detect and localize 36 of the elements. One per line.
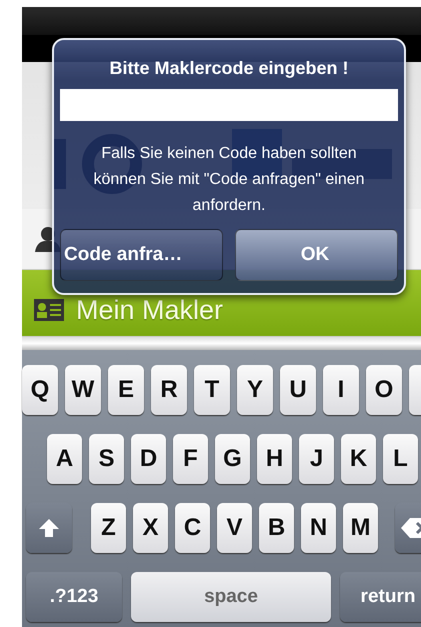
key[interactable]: G (215, 434, 250, 484)
key[interactable]: R (151, 365, 187, 415)
return-key[interactable]: return (340, 572, 421, 622)
cancel-button[interactable]: Code anfra… (60, 229, 223, 281)
key[interactable]: X (133, 503, 168, 553)
key[interactable]: S (89, 434, 124, 484)
key[interactable]: U (280, 365, 316, 415)
key[interactable]: F (173, 434, 208, 484)
space-key[interactable]: space (131, 572, 331, 622)
key[interactable]: E (108, 365, 144, 415)
key[interactable]: V (217, 503, 252, 553)
key[interactable]: N (301, 503, 336, 553)
menu-item-label: Mein Makler (76, 294, 224, 326)
key[interactable]: Q (22, 365, 58, 415)
alert-title: Bitte Maklercode eingeben ! (109, 58, 349, 79)
key[interactable]: O (366, 365, 402, 415)
key[interactable]: Z (91, 503, 126, 553)
key[interactable]: K (341, 434, 376, 484)
shift-key[interactable] (26, 503, 72, 553)
contact-card-icon (34, 299, 64, 321)
key[interactable]: H (257, 434, 292, 484)
key[interactable]: J (299, 434, 334, 484)
arrow-up-icon (38, 517, 60, 539)
key[interactable]: C (175, 503, 210, 553)
alert-message: Falls Sie keinen Code haben sollten können Sie mit "Code anfragen" einen anfordern. (92, 144, 366, 216)
key[interactable]: I (323, 365, 359, 415)
key[interactable]: A (47, 434, 82, 484)
input-field[interactable] (60, 89, 398, 121)
key[interactable]: B (259, 503, 294, 553)
key[interactable]: T (194, 365, 230, 415)
key[interactable]: M (343, 503, 378, 553)
key[interactable]: W (65, 365, 101, 415)
key[interactable]: Y (237, 365, 273, 415)
key[interactable]: D (131, 434, 166, 484)
key[interactable]: L (383, 434, 418, 484)
numbers-key[interactable]: .?123 (26, 572, 122, 622)
